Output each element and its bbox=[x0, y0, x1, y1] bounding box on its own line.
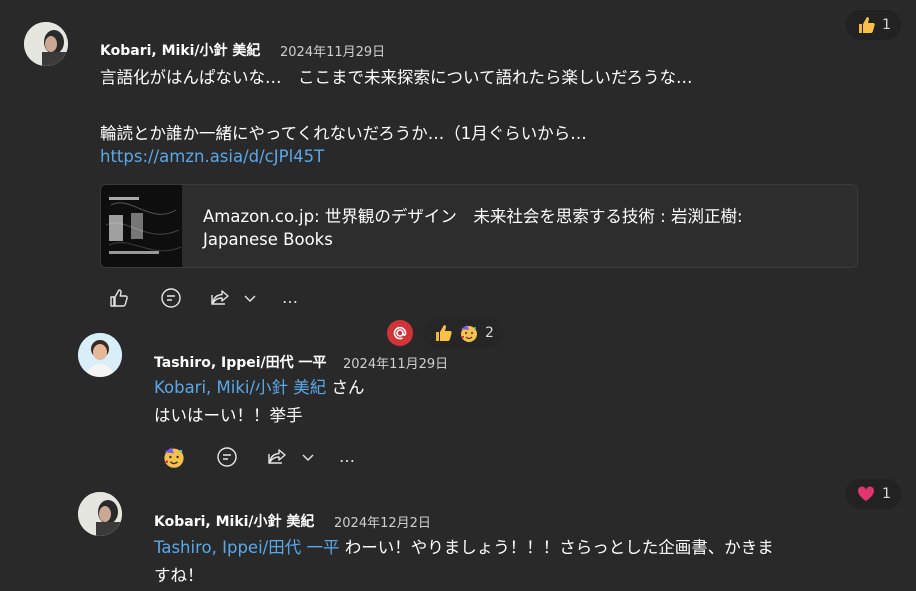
thumbs-up-outline-icon bbox=[110, 289, 128, 307]
book-cover-thumbnail bbox=[101, 185, 182, 267]
message-body: わーい！やりましょう！！！さらっとした企画書、かきま bbox=[339, 538, 774, 557]
heart-icon bbox=[856, 484, 876, 504]
avatar[interactable] bbox=[24, 22, 68, 66]
party-face-icon bbox=[459, 323, 479, 343]
share-button[interactable] bbox=[264, 444, 290, 470]
message-text: 輪読とか誰か一緒にやってくれないだろうか…（1月ぐらいから… bbox=[100, 124, 587, 143]
party-face-icon bbox=[164, 447, 184, 468]
message-text: 言語化がはんぱないな… ここまで未来探索について語れたら楽しいだろうな… bbox=[100, 68, 693, 87]
mention-link[interactable]: Kobari, Miki/小針 美紀 bbox=[154, 378, 326, 397]
thumbs-up-icon bbox=[433, 323, 453, 343]
reaction-summary[interactable]: 1 bbox=[846, 479, 901, 509]
timestamp: 2024年12月2日 bbox=[334, 516, 431, 531]
comment-icon bbox=[217, 447, 237, 467]
chevron-down-icon bbox=[302, 454, 314, 461]
mention-badge bbox=[387, 320, 413, 346]
message-text: Kobari, Miki/小針 美紀 さん bbox=[154, 374, 365, 398]
message-link[interactable]: https://amzn.asia/d/cJPl45T bbox=[100, 147, 324, 166]
mention-link[interactable]: Tashiro, Ippei/田代 一平 bbox=[154, 538, 339, 557]
message-text: すね！ bbox=[154, 566, 204, 585]
preview-title[interactable]: Japanese Books bbox=[203, 230, 333, 249]
avatar[interactable] bbox=[78, 492, 122, 536]
more-options-button[interactable]: … bbox=[279, 286, 301, 308]
reply-button[interactable] bbox=[158, 285, 184, 311]
reaction-count: 2 bbox=[485, 325, 494, 341]
like-button[interactable] bbox=[106, 285, 132, 311]
message-text: はいはーい！！挙手 bbox=[154, 406, 303, 425]
share-icon bbox=[211, 290, 229, 305]
reply-button[interactable] bbox=[214, 444, 240, 470]
more-icon: … bbox=[282, 287, 298, 307]
reaction-button[interactable] bbox=[160, 443, 188, 471]
share-menu-chevron[interactable] bbox=[240, 288, 260, 308]
author-name[interactable]: Kobari, Miki/小針 美紀 bbox=[154, 511, 314, 531]
reaction-count: 1 bbox=[882, 17, 891, 33]
reaction-count: 1 bbox=[882, 486, 891, 502]
comment-icon bbox=[161, 288, 181, 308]
message-text: Tashiro, Ippei/田代 一平 わーい！やりましょう！！！さらっとした… bbox=[154, 534, 774, 558]
timestamp: 2024年11月29日 bbox=[343, 357, 449, 372]
reaction-summary[interactable]: 2 bbox=[423, 318, 504, 348]
author-name[interactable]: Kobari, Miki/小針 美紀 bbox=[100, 40, 260, 60]
preview-title[interactable]: Amazon.co.jp: 世界観のデザイン 未来社会を思索する技術 : 岩渕正… bbox=[203, 203, 743, 227]
more-icon: … bbox=[339, 446, 355, 466]
reaction-summary[interactable]: 1 bbox=[846, 10, 901, 40]
at-sign-icon bbox=[393, 326, 407, 340]
share-button[interactable] bbox=[207, 285, 233, 311]
timestamp: 2024年11月29日 bbox=[280, 45, 386, 60]
share-menu-chevron[interactable] bbox=[298, 447, 318, 467]
share-icon bbox=[268, 449, 286, 464]
avatar[interactable] bbox=[78, 333, 122, 377]
more-options-button[interactable]: … bbox=[336, 445, 358, 467]
chevron-down-icon bbox=[244, 295, 256, 302]
thumbs-up-icon bbox=[856, 15, 876, 35]
link-preview-card[interactable]: Amazon.co.jp: 世界観のデザイン 未来社会を思索する技術 : 岩渕正… bbox=[100, 184, 858, 268]
mention-suffix: さん bbox=[326, 378, 365, 397]
author-name[interactable]: Tashiro, Ippei/田代 一平 bbox=[154, 352, 327, 372]
